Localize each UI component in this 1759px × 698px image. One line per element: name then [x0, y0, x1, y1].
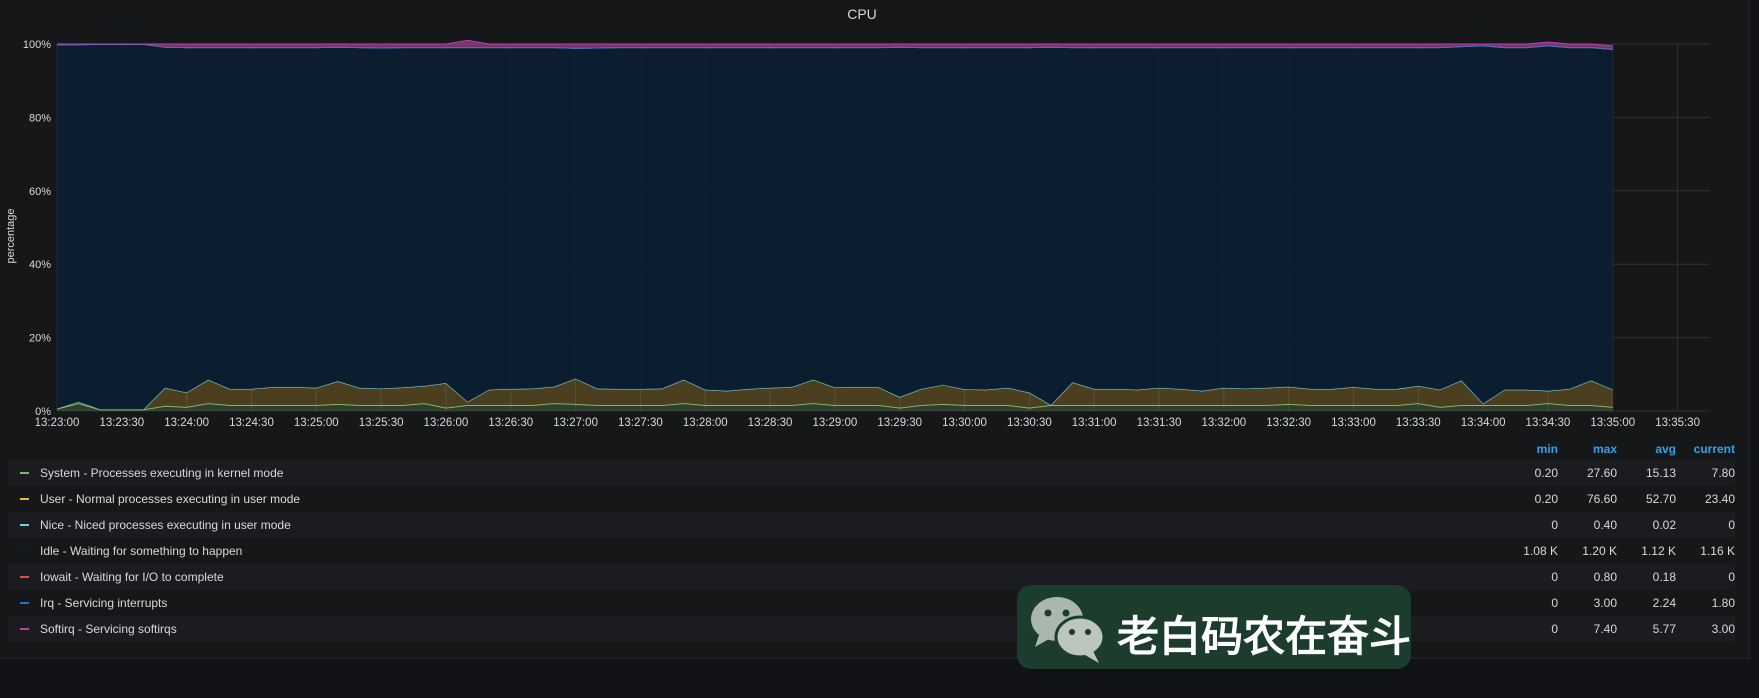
legend-value-current: 7.80 [1711, 466, 1735, 480]
legend-series-name[interactable]: Irq - Servicing interrupts [40, 596, 167, 610]
x-tick-label: 13:34:30 [1526, 417, 1571, 429]
cpu-panel: CPU percentage 0% 20% 40% 60% 80% 100% 13:23:0… [0, 0, 1750, 669]
x-tick-label: 13:26:00 [424, 417, 469, 429]
x-tick-label: 13:32:00 [1201, 417, 1246, 429]
y-tick-label: 20% [29, 333, 51, 345]
x-tick-label: 13:31:00 [1072, 417, 1117, 429]
legend-value-min: 0.20 [1534, 466, 1558, 480]
legend-color-swatch[interactable] [20, 524, 29, 526]
legend-value-current: 0 [1728, 570, 1735, 584]
y-tick-label: 40% [29, 259, 51, 271]
legend-color-swatch[interactable] [20, 602, 29, 604]
legend-value-max: 76.60 [1586, 492, 1617, 506]
legend-series-name[interactable]: Iowait - Waiting for I/O to complete [40, 570, 224, 584]
legend-header-current[interactable]: current [1675, 442, 1735, 456]
x-tick-label: 13:35:00 [1590, 417, 1635, 429]
watermark-text: 老白码农在奋斗 [1117, 612, 1412, 661]
x-tick-label: 13:33:30 [1396, 417, 1441, 429]
wechat-icon [1031, 597, 1106, 663]
y-tick-label: 100% [23, 39, 51, 51]
legend-value-min: 0.20 [1534, 492, 1558, 506]
x-tick-label: 13:32:30 [1266, 417, 1311, 429]
panel-title[interactable]: CPU [847, 6, 877, 22]
x-tick-label: 13:28:00 [683, 417, 728, 429]
legend-value-current: 0 [1728, 518, 1735, 532]
legend-value-avg: 0.02 [1652, 518, 1676, 532]
legend-value-avg: 1.12 K [1641, 544, 1676, 558]
x-tick-label: 13:30:00 [942, 417, 987, 429]
x-tick-label: 13:29:30 [877, 417, 922, 429]
x-tick-label: 13:34:00 [1461, 417, 1506, 429]
x-tick-label: 13:23:00 [35, 417, 80, 429]
legend-row[interactable]: Iowait - Waiting for I/O to complete 0 0.8… [8, 564, 1735, 590]
legend-row[interactable]: User - Normal processes executing in use… [8, 486, 1735, 512]
legend-value-max: 0.80 [1593, 570, 1617, 584]
legend-color-swatch[interactable] [20, 628, 29, 630]
legend-value-avg: 5.77 [1652, 622, 1676, 636]
legend-series-name[interactable]: User - Normal processes executing in use… [40, 492, 300, 506]
x-tick-label: 13:29:00 [812, 417, 857, 429]
x-tick-label: 13:28:30 [748, 417, 793, 429]
x-tick-label: 13:23:30 [99, 417, 144, 429]
legend-value-avg: 0.18 [1652, 570, 1676, 584]
legend-value-current: 1.16 K [1700, 544, 1735, 558]
legend-color-swatch[interactable] [20, 576, 29, 578]
legend-value-current: 3.00 [1711, 622, 1735, 636]
legend-value-avg: 2.24 [1652, 596, 1676, 610]
x-tick-label: 13:33:00 [1331, 417, 1376, 429]
y-tick-label: 80% [29, 112, 51, 124]
watermark-banner: 老白码农在奋斗 [1017, 585, 1411, 669]
legend-value-min: 0 [1551, 518, 1558, 532]
y-axis-label: percentage [5, 208, 17, 263]
legend-value-current: 1.80 [1711, 596, 1735, 610]
y-tick-label: 60% [29, 186, 51, 198]
legend-series-name[interactable]: Nice - Niced processes executing in user… [40, 518, 291, 532]
legend-value-max: 0.40 [1593, 518, 1617, 532]
legend-header-min[interactable]: min [1498, 442, 1558, 456]
legend-row[interactable]: Irq - Servicing interrupts 0 3.00 2.24 1.80 [8, 590, 1735, 616]
legend-row[interactable]: System - Processes executing in kernel m… [8, 460, 1735, 486]
legend-row[interactable]: Softirq - Servicing softirqs 0 7.40 5.77 3.0… [8, 616, 1735, 642]
legend-color-swatch[interactable] [20, 498, 29, 500]
cpu-chart: CPU percentage 0%20%40%60%80%100%13:23:0… [5, 6, 1710, 429]
legend-header: min max avg current [8, 440, 1735, 458]
x-tick-label: 13:35:30 [1655, 417, 1700, 429]
x-tick-label: 13:27:00 [553, 417, 598, 429]
legend-header-avg[interactable]: avg [1616, 442, 1676, 456]
x-tick-label: 13:25:30 [359, 417, 404, 429]
plot-area[interactable]: 0%20%40%60%80%100%13:23:00 13:23:30 13:24:… [23, 39, 1710, 429]
legend-value-max: 3.00 [1593, 596, 1617, 610]
x-tick-label: 13:24:00 [164, 417, 209, 429]
legend-value-min: 0 [1551, 622, 1558, 636]
legend-row[interactable]: Idle - Waiting for something to happen 1.… [8, 538, 1735, 564]
legend-value-avg: 15.13 [1645, 466, 1676, 480]
x-tick-label: 13:25:00 [294, 417, 339, 429]
legend-series-name[interactable]: Idle - Waiting for something to happen [40, 544, 242, 558]
series-area-3[interactable] [57, 44, 1613, 410]
legend-row[interactable]: Nice - Niced processes executing in user… [8, 512, 1735, 538]
legend-color-swatch[interactable] [20, 472, 29, 474]
x-tick-label: 13:24:30 [229, 417, 274, 429]
legend-value-avg: 52.70 [1645, 492, 1676, 506]
legend-header-max[interactable]: max [1557, 442, 1617, 456]
legend-value-min: 1.08 K [1523, 544, 1558, 558]
legend-color-swatch[interactable] [20, 550, 29, 552]
x-tick-label: 13:31:30 [1137, 417, 1182, 429]
legend-value-min: 0 [1551, 596, 1558, 610]
legend-value-min: 0 [1551, 570, 1558, 584]
x-tick-label: 13:26:30 [488, 417, 533, 429]
legend-value-max: 7.40 [1593, 622, 1617, 636]
legend-series-name[interactable]: Softirq - Servicing softirqs [40, 622, 177, 636]
x-tick-label: 13:27:30 [618, 417, 663, 429]
legend-series-name[interactable]: System - Processes executing in kernel m… [40, 466, 283, 480]
x-tick-label: 13:30:30 [1007, 417, 1052, 429]
legend-value-max: 27.60 [1586, 466, 1617, 480]
legend-value-current: 23.40 [1704, 492, 1735, 506]
legend-value-max: 1.20 K [1582, 544, 1617, 558]
